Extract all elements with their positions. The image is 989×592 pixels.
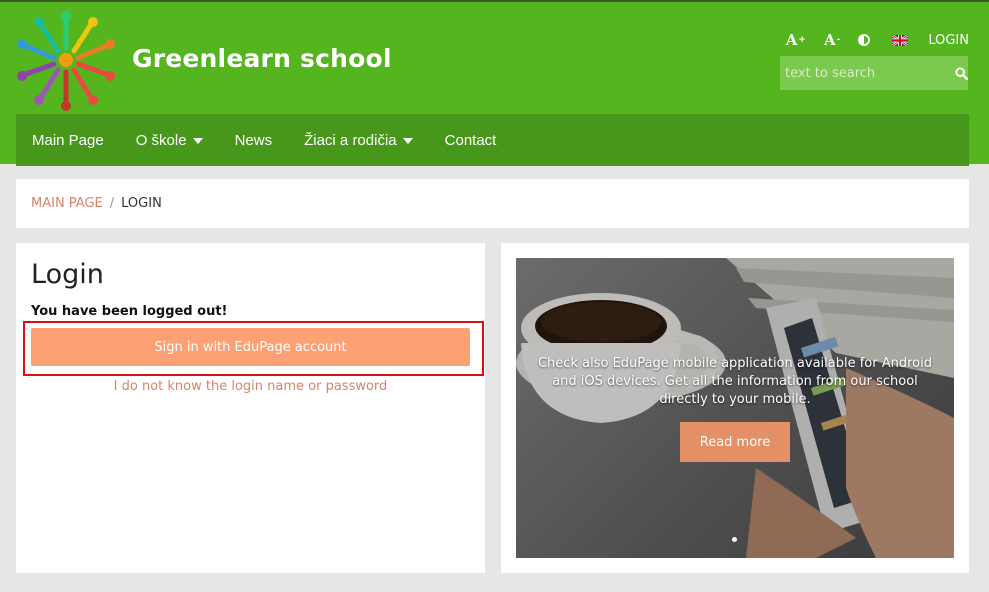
slide-indicator-dot[interactable] [732, 537, 737, 542]
nav-item-ziaci-a-rodicia[interactable]: Žiaci a rodičia [288, 114, 429, 166]
school-logo-icon[interactable] [14, 8, 118, 112]
promo-text: Check also EduPage mobile application av… [537, 356, 932, 407]
search-button[interactable] [955, 56, 968, 90]
search-box [780, 56, 968, 90]
font-increase-label: A [785, 31, 798, 49]
logout-message: You have been logged out! [31, 304, 228, 319]
accessibility-toolbar: A + A- LOGIN [768, 30, 969, 50]
caret-down-icon [192, 138, 203, 144]
uk-flag-icon[interactable] [892, 34, 909, 46]
nav-item-news[interactable]: News [219, 114, 289, 166]
contrast-button[interactable] [858, 34, 871, 46]
nav-item-main-page[interactable]: Main Page [16, 114, 120, 166]
nav-item-label: Main Page [32, 131, 104, 149]
breadcrumb-current: LOGIN [121, 196, 162, 211]
read-more-button[interactable]: Read more [680, 422, 790, 462]
forgot-credentials-link[interactable]: I do not know the login name or password [16, 379, 485, 394]
promo-slide: Check also EduPage mobile application av… [516, 258, 954, 558]
header-login-link[interactable]: LOGIN [928, 33, 969, 48]
search-input[interactable] [780, 56, 955, 90]
nav-item-label: News [234, 131, 273, 149]
breadcrumb-home-link[interactable]: MAIN PAGE [31, 196, 103, 211]
nav-item-label: O škole [135, 131, 187, 149]
font-increase-sup: + [798, 35, 806, 45]
contrast-icon [858, 34, 871, 46]
nav-item-label: Žiaci a rodičia [304, 131, 397, 149]
site-header: Greenlearn school A + A- LOGIN text to s… [0, 2, 989, 166]
nav-item-contact[interactable]: Contact [429, 114, 513, 166]
main-nav: Main Page O škole News Žiaci a rodičia C… [16, 114, 969, 166]
nav-item-label: Contact [444, 131, 497, 149]
nav-item-o-skole[interactable]: O škole [120, 114, 219, 166]
breadcrumb-separator: / [109, 196, 115, 211]
login-panel: Login You have been logged out! Sign in … [16, 243, 485, 573]
caret-down-icon [402, 138, 413, 144]
signin-edupage-button[interactable]: Sign in with EduPage account [31, 328, 470, 366]
promo-panel: Check also EduPage mobile application av… [501, 243, 969, 573]
font-decrease-label: A [823, 31, 836, 49]
search-icon [955, 66, 968, 80]
font-decrease-button[interactable]: A- [824, 31, 840, 49]
breadcrumb: MAIN PAGE / LOGIN [16, 179, 969, 228]
font-increase-button[interactable]: A + [786, 31, 806, 49]
site-title[interactable]: Greenlearn school [132, 44, 392, 73]
font-decrease-sup: - [836, 35, 841, 45]
page-title: Login [31, 259, 104, 290]
